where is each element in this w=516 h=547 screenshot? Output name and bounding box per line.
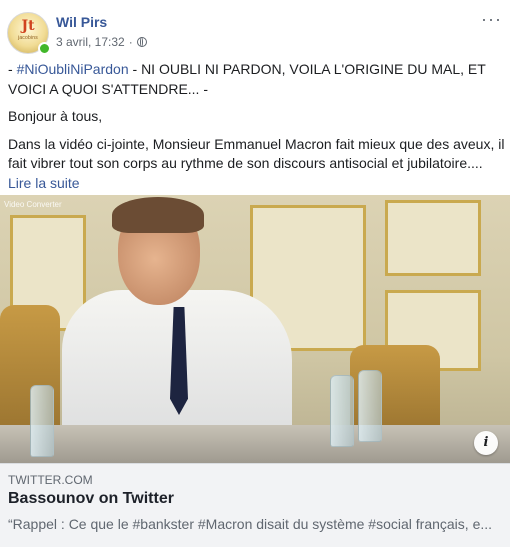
more-options-icon[interactable]: ··· xyxy=(481,10,502,28)
avatar-logo-mark: Jt xyxy=(21,18,35,34)
online-status-icon xyxy=(38,42,51,55)
water-bottle xyxy=(30,385,54,457)
link-preview-card[interactable]: TWITTER.COM Bassounov on Twitter “Rappel… xyxy=(0,463,510,547)
post-paragraph: Dans la vidéo ci-jointe, Monsieur Emmanu… xyxy=(8,135,508,194)
video-watermark: Video Converter xyxy=(4,200,62,209)
headline-prefix: - xyxy=(8,61,17,77)
hashtag-link[interactable]: #NiOubliNiPardon xyxy=(17,61,129,77)
water-bottle xyxy=(330,375,354,447)
meta-separator: · xyxy=(128,35,133,49)
globe-icon[interactable] xyxy=(136,37,147,47)
link-description: “Rappel : Ce que le #bankster #Macron di… xyxy=(8,516,493,532)
post-meta: 3 avril, 17:32 · xyxy=(56,35,147,49)
info-icon[interactable]: i xyxy=(474,431,498,455)
person-hair xyxy=(112,197,204,233)
wall-panel xyxy=(385,200,481,276)
link-title[interactable]: Bassounov on Twitter xyxy=(8,490,174,508)
paragraph-text: Dans la vidéo ci-jointe, Monsieur Emmanu… xyxy=(8,135,505,172)
link-domain: TWITTER.COM xyxy=(8,473,93,487)
video-thumbnail[interactable]: Video Converter i xyxy=(0,195,510,463)
post-body: - #NiOubliNiPardon - NI OUBLI NI PARDON,… xyxy=(8,60,508,193)
table xyxy=(0,425,510,463)
facebook-post: Jt jacobins Wil Pirs 3 avril, 17:32 · ··… xyxy=(0,0,516,547)
author-name[interactable]: Wil Pirs xyxy=(56,14,107,30)
post-timestamp[interactable]: 3 avril, 17:32 xyxy=(56,35,125,49)
post-headline: - #NiOubliNiPardon - NI OUBLI NI PARDON,… xyxy=(8,60,508,99)
read-more-link[interactable]: Lire la suite xyxy=(8,174,508,194)
avatar-logo-caption: jacobins xyxy=(18,35,38,41)
post-greeting: Bonjour à tous, xyxy=(8,108,103,124)
water-bottle xyxy=(358,370,382,442)
